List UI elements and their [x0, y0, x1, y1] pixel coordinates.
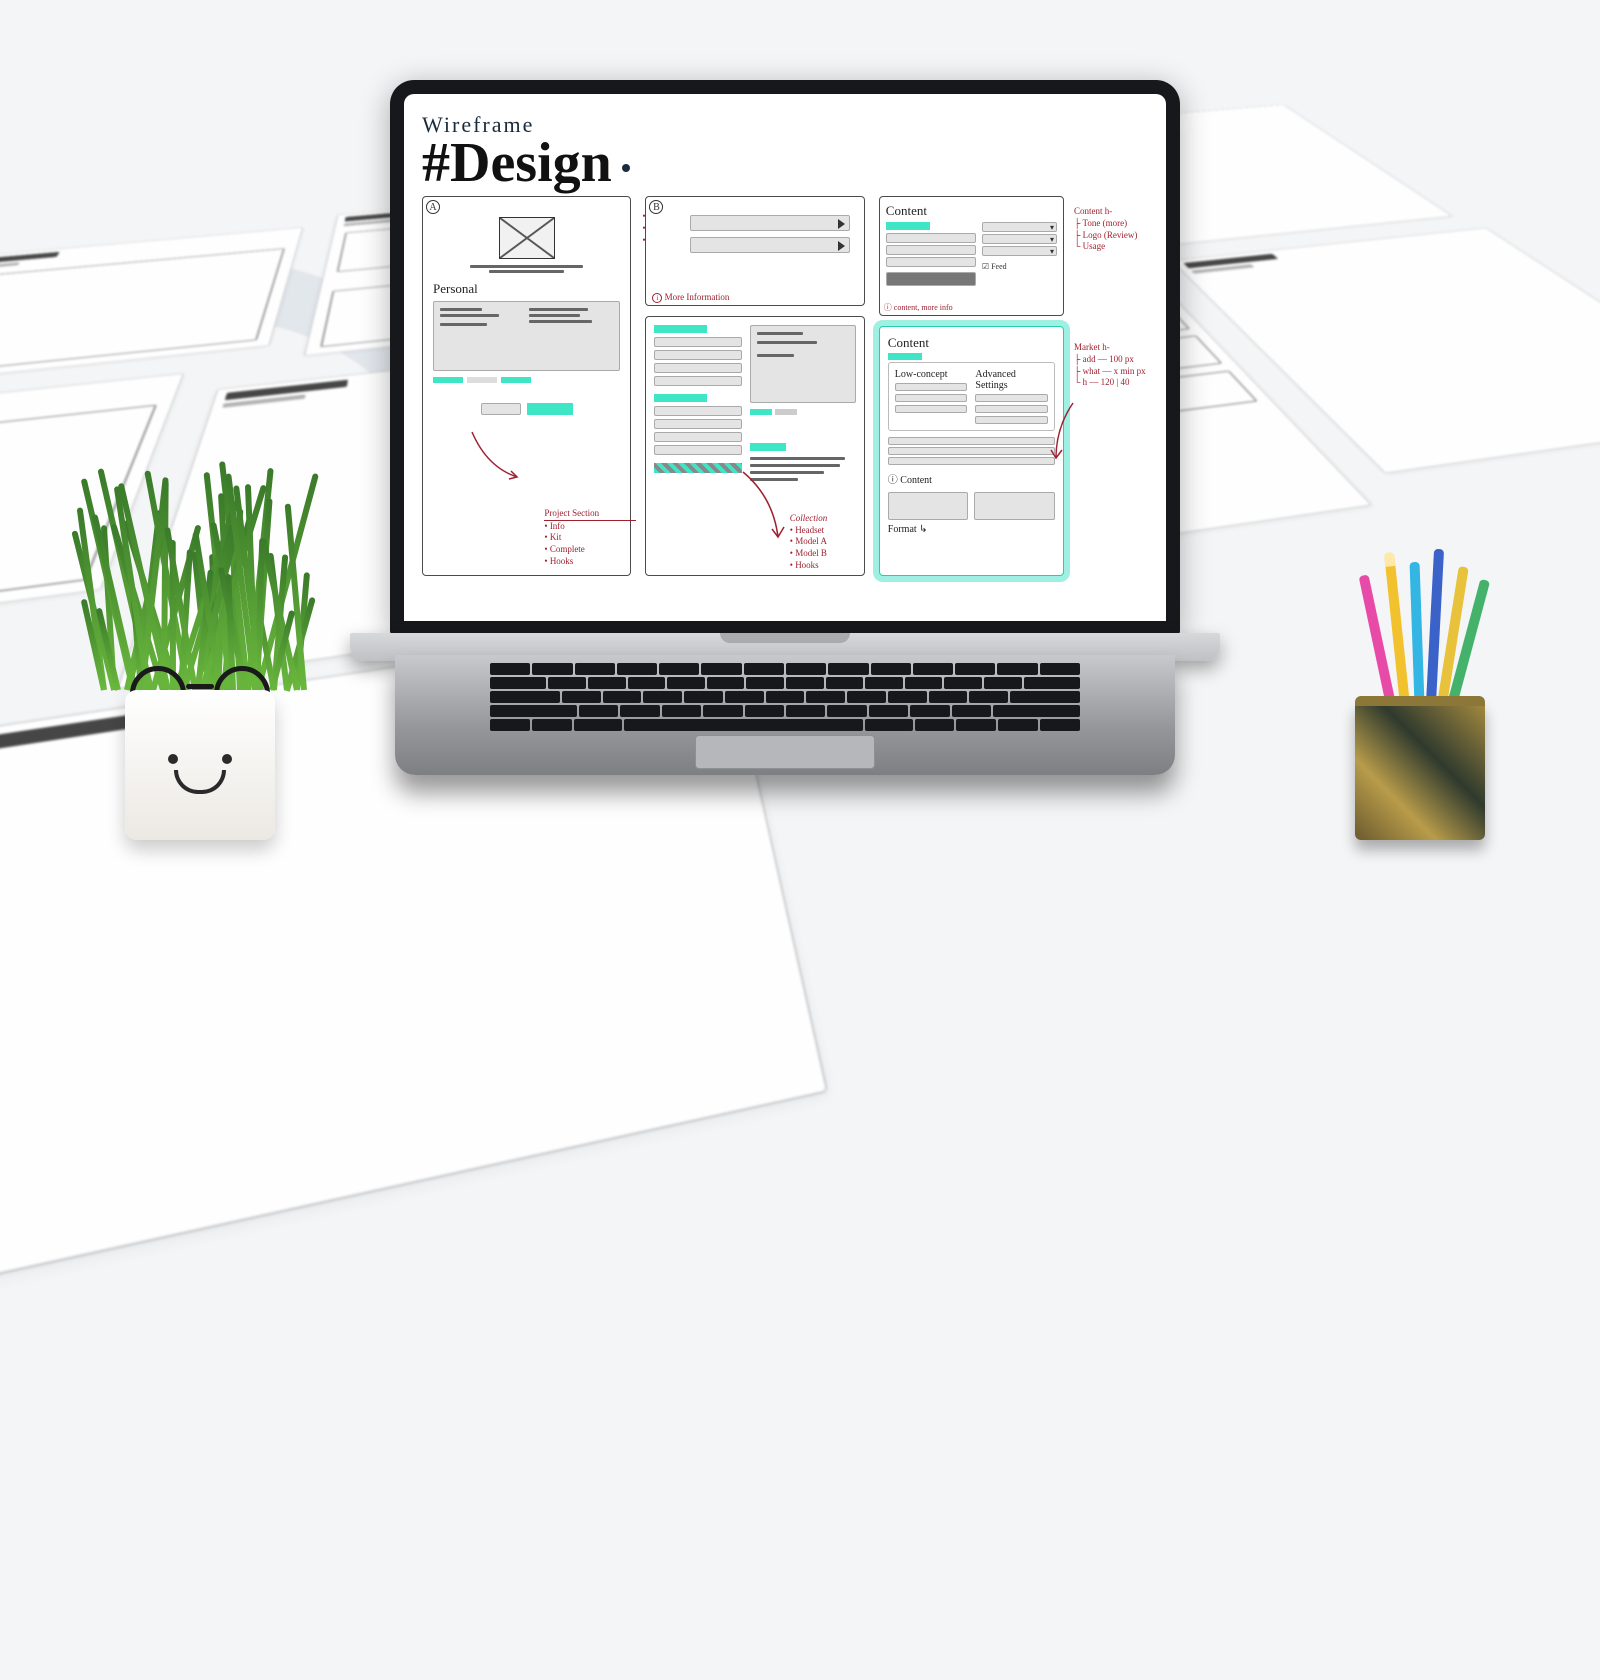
wireframe-a: A Personal Project Section	[422, 196, 631, 576]
pot-body	[125, 690, 275, 840]
c-header: Content	[886, 203, 1057, 219]
title-main: #Design	[422, 138, 1148, 188]
plant-grass: /*blades generated below*/	[85, 470, 315, 690]
cup	[1355, 700, 1485, 840]
annotation-c: Content h- ├ Tone (more) ├ Logo (Review)…	[1074, 206, 1148, 253]
plant-pot: /*blades generated below*/	[90, 470, 310, 840]
screen-content: Wireframe #Design A Personal	[404, 94, 1166, 621]
trackpad	[695, 735, 875, 769]
smiley-face-icon	[125, 690, 275, 840]
camera-icon	[781, 84, 789, 92]
wireframe-cd: Content ▾	[879, 196, 1148, 576]
d-header: Content	[888, 335, 1055, 351]
play-icon	[838, 219, 845, 229]
pencil-holder	[1340, 700, 1500, 840]
wireframe-b: B • •• i More Information	[645, 196, 864, 576]
dot-icon	[622, 164, 630, 172]
image-placeholder-icon	[499, 217, 555, 259]
annotation-d: Market h- ├ add — 100 px ├ what — x min …	[1074, 342, 1148, 389]
laptop: Wireframe #Design A Personal	[350, 80, 1220, 775]
badge-a: A	[426, 200, 440, 214]
annotation-a-title: Project Section	[544, 508, 636, 521]
laptop-keyboard	[395, 655, 1175, 775]
play-icon	[838, 241, 845, 251]
laptop-screen: Wireframe #Design A Personal	[390, 80, 1180, 635]
section-label: Personal	[433, 281, 620, 297]
annotation-b-title: Collection	[790, 513, 860, 525]
